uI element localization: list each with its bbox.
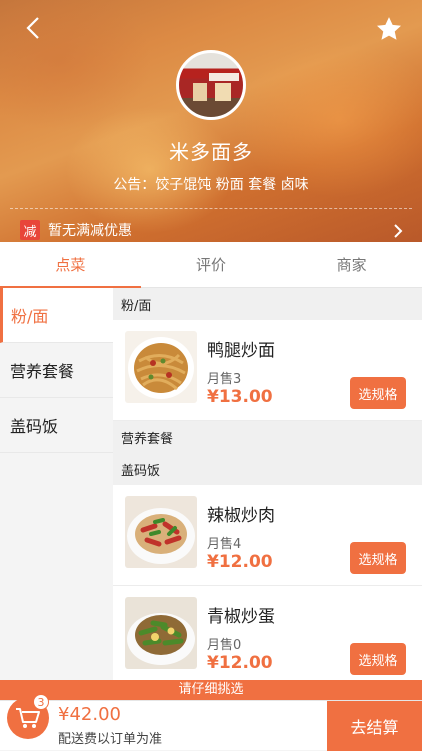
tab-reviews[interactable]: 评价 [141, 242, 282, 287]
choose-spec-button[interactable]: 选规格 [350, 542, 406, 574]
dish-monthly-sales: 月售3 [207, 372, 242, 387]
cart-bar: 3 ¥42.00 配送费以订单为准 去结算 [0, 694, 422, 751]
menu-list: 粉/面 鸭腿炒面 月售3 ¥13.00 选规格 营养套餐 盖码饭 辣椒炒肉 月售… [113, 288, 422, 680]
shop-name: 米多面多 [169, 140, 253, 164]
category-list: 粉/面 营养套餐 盖码饭 [0, 288, 113, 680]
shop-avatar [176, 50, 246, 120]
promo-badge: 减 [20, 220, 40, 240]
dish-image [125, 331, 197, 403]
chevron-right-icon[interactable] [392, 222, 404, 240]
cart-total: ¥42.00 [58, 704, 121, 725]
section-header: 营养套餐 [121, 431, 174, 447]
shop-notice: 公告：饺子馄饨 粉面 套餐 卤味 [113, 177, 309, 193]
shop-header: 米多面多 公告：饺子馄饨 粉面 套餐 卤味 减 暂无满减优惠 [0, 0, 422, 242]
dish-image [125, 496, 197, 568]
header-divider [10, 208, 412, 209]
category-noodles[interactable]: 粉/面 [0, 288, 113, 343]
delivery-fee-note: 配送费以订单为准 [58, 732, 163, 747]
dish-price: ¥13.00 [207, 387, 273, 407]
section-header: 粉/面 [121, 298, 152, 314]
tab-order[interactable]: 点菜 [0, 242, 141, 288]
promo-row[interactable]: 减 暂无满减优惠 [20, 219, 132, 241]
dish-monthly-sales: 月售0 [207, 638, 242, 653]
dish-name: 鸭腿炒面 [207, 341, 275, 361]
section-header: 盖码饭 [121, 463, 161, 479]
dish-price: ¥12.00 [207, 653, 273, 673]
star-icon[interactable] [374, 14, 404, 44]
choose-spec-button[interactable]: 选规格 [350, 643, 406, 675]
dish-name: 青椒炒蛋 [207, 607, 275, 627]
menu-item[interactable]: 辣椒炒肉 月售4 ¥12.00 选规格 [113, 485, 422, 586]
category-rice[interactable]: 盖码饭 [0, 398, 113, 453]
checkout-button[interactable]: 去结算 [327, 701, 422, 751]
tab-merchant[interactable]: 商家 [281, 242, 422, 287]
menu-item[interactable]: 青椒炒蛋 月售0 ¥12.00 选规格 [113, 586, 422, 680]
promo-text: 暂无满减优惠 [48, 223, 132, 239]
choose-spec-button[interactable]: 选规格 [350, 377, 406, 409]
dish-price: ¥12.00 [207, 552, 273, 572]
cart-count-badge: 3 [33, 694, 49, 710]
dish-monthly-sales: 月售4 [207, 537, 242, 552]
selection-hint: 请仔细挑选 [0, 680, 422, 700]
dish-name: 辣椒炒肉 [207, 506, 275, 526]
back-icon[interactable] [20, 14, 48, 42]
dish-image [125, 597, 197, 669]
category-set-meal[interactable]: 营养套餐 [0, 343, 113, 398]
tab-bar: 点菜 评价 商家 [0, 242, 422, 288]
menu-item[interactable]: 鸭腿炒面 月售3 ¥13.00 选规格 [113, 320, 422, 421]
